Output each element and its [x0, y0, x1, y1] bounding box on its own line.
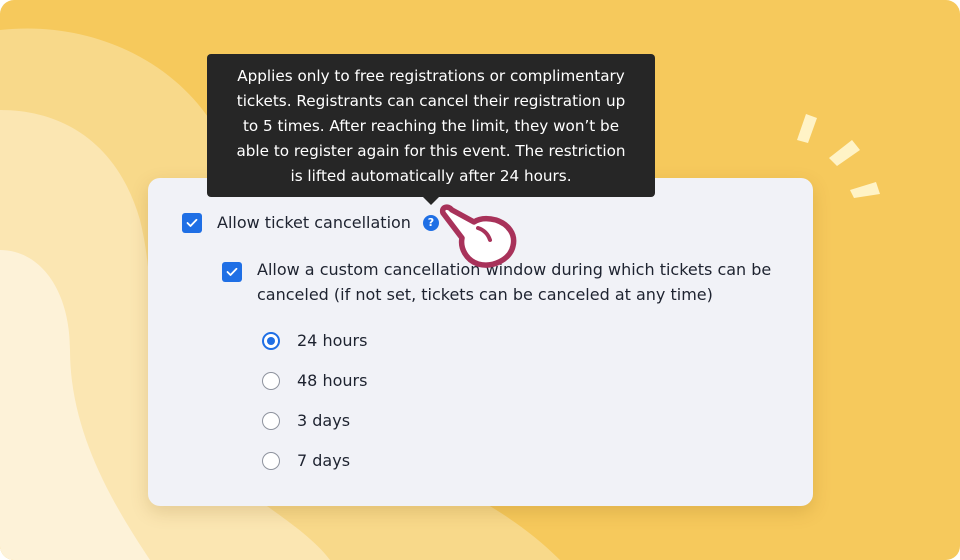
- radio-label-48-hours[interactable]: 48 hours: [297, 369, 367, 393]
- allow-cancellation-checkbox[interactable]: [182, 213, 202, 233]
- tooltip-line: to 5 times. After reaching the limit, th…: [242, 117, 620, 135]
- help-tooltip: Applies only to free registrations or co…: [207, 54, 655, 205]
- checkmark-icon: [186, 218, 198, 227]
- tooltip-line: tickets. Registrants can cancel their re…: [236, 92, 626, 110]
- allow-cancellation-label[interactable]: Allow ticket cancellation: [217, 211, 411, 235]
- checkmark-icon: [226, 267, 238, 276]
- pointing-hand-icon: [439, 204, 517, 268]
- tooltip-line: is lifted automatically after 24 hours.: [290, 167, 572, 185]
- tooltip-line: Applies only to free registrations or co…: [237, 67, 625, 85]
- custom-window-label-line2[interactable]: canceled (if not set, tickets can be can…: [257, 283, 713, 307]
- radio-label-24-hours[interactable]: 24 hours: [297, 329, 367, 353]
- custom-window-checkbox[interactable]: [222, 262, 242, 282]
- radio-24-hours[interactable]: [262, 332, 280, 350]
- radio-label-3-days[interactable]: 3 days: [297, 409, 350, 433]
- radio-label-7-days[interactable]: 7 days: [297, 449, 350, 473]
- radio-48-hours[interactable]: [262, 372, 280, 390]
- radio-7-days[interactable]: [262, 452, 280, 470]
- radio-3-days[interactable]: [262, 412, 280, 430]
- tooltip-line: able to register again for this event. T…: [236, 142, 626, 160]
- illustration-stage: Allow ticket cancellation ? Allow a cust…: [0, 0, 960, 560]
